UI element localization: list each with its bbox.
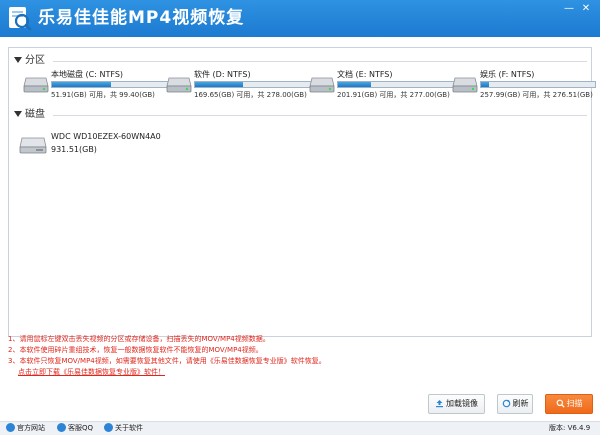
usage-bar [480, 81, 596, 88]
refresh-icon [502, 399, 510, 408]
partition-capacity: 51.91(GB) 可用，共 99.40(GB) [51, 91, 155, 99]
usage-bar-fill [52, 82, 111, 87]
hard-drive-icon [23, 77, 49, 93]
version-label: 版本: V6.4.9 [549, 424, 591, 432]
partitions-section-title: 分区 [25, 55, 45, 66]
hard-drive-icon [452, 77, 478, 93]
close-button[interactable]: ✕ [579, 3, 593, 15]
usage-bar-fill [481, 82, 489, 87]
disks-section-header[interactable]: 磁盘 [9, 108, 591, 122]
partition-c[interactable]: 本地磁盘 (C: NTFS) 51.91(GB) 可用，共 99.40(GB) [23, 70, 175, 106]
partition-d[interactable]: 软件 (D: NTFS) 169.65(GB) 可用，共 278.00(GB) [166, 70, 318, 106]
disk-size: 931.51(GB) [51, 145, 97, 154]
status-bar: 官方网站 客服QQ 关于软件 版本: V6.4.9 [0, 421, 600, 435]
hard-drive-icon [166, 77, 192, 93]
refresh-label: 刷新 [512, 399, 529, 408]
app-logo-icon [9, 7, 32, 31]
qq-icon [57, 422, 66, 432]
instructions: 1、请用鼠标左键双击丢失视频的分区或存储设备，扫描丢失的MOV/MP4视频数据。… [8, 334, 508, 378]
partition-name: 文档 (E: NTFS) [337, 70, 393, 79]
partition-f[interactable]: 娱乐 (F: NTFS) 257.99(GB) 可用，共 276.51(GB) [452, 70, 596, 106]
disk-model: WDC WD10EZEX-60WN4A0 [51, 132, 161, 141]
upload-icon [436, 400, 443, 408]
usage-bar [194, 81, 318, 88]
collapse-arrow-icon[interactable] [14, 57, 22, 63]
collapse-arrow-icon[interactable] [14, 111, 22, 117]
support-qq-link[interactable]: 客服QQ [57, 422, 93, 435]
refresh-button[interactable]: 刷新 [497, 394, 533, 414]
load-image-label: 加载镜像 [446, 399, 478, 408]
partition-name: 本地磁盘 (C: NTFS) [51, 70, 124, 79]
globe-icon [6, 422, 15, 432]
section-divider [53, 115, 587, 116]
about-link[interactable]: 关于软件 [104, 422, 143, 435]
partition-capacity: 201.91(GB) 可用，共 277.00(GB) [337, 91, 450, 99]
device-panel: 分区 本地磁盘 (C: NTFS) 51.91(GB) 可用，共 99.40(G… [8, 47, 596, 337]
instruction-line: 2、本软件使用碎片重组技术，恢复一般数据恢复软件不能恢复的MOV/MP4视频。 [8, 346, 263, 354]
load-image-button[interactable]: 加载镜像 [428, 394, 485, 414]
usage-bar [337, 81, 461, 88]
support-qq-label: 客服QQ [68, 424, 94, 432]
instruction-line: 1、请用鼠标左键双击丢失视频的分区或存储设备，扫描丢失的MOV/MP4视频数据。 [8, 335, 270, 343]
instruction-line: 3、本软件只恢复MOV/MP4视频，如需要恢复其他文件，请使用《乐易佳数据恢复专… [8, 357, 326, 365]
hard-disk-icon [19, 137, 47, 154]
usage-bar-fill [338, 82, 371, 87]
section-divider [53, 61, 587, 62]
partition-capacity: 257.99(GB) 可用，共 276.51(GB) [480, 91, 593, 99]
scan-button[interactable]: 扫描 [545, 394, 593, 414]
partition-name: 软件 (D: NTFS) [194, 70, 251, 79]
minimize-button[interactable]: — [562, 3, 576, 15]
usage-bar [51, 81, 175, 88]
official-website-label: 官方网站 [17, 424, 45, 432]
usage-bar-fill [195, 82, 243, 87]
download-pro-link[interactable]: 点击立即下载《乐易佳数据恢复专业版》软件！ [8, 367, 508, 378]
info-icon [104, 422, 113, 432]
official-website-link[interactable]: 官方网站 [6, 422, 45, 435]
partition-e[interactable]: 文档 (E: NTFS) 201.91(GB) 可用，共 277.00(GB) [309, 70, 461, 106]
scan-label: 扫描 [566, 399, 583, 408]
search-icon [556, 399, 565, 408]
hard-drive-icon [309, 77, 335, 93]
physical-disk[interactable]: WDC WD10EZEX-60WN4A0 931.51(GB) [19, 130, 219, 160]
partition-name: 娱乐 (F: NTFS) [480, 70, 535, 79]
app-title: 乐易佳佳能MP4视频恢复 [38, 8, 245, 28]
disks-section-title: 磁盘 [25, 109, 45, 120]
title-bar: 乐易佳佳能MP4视频恢复 — ✕ [0, 0, 600, 37]
partitions-section-header[interactable]: 分区 [9, 54, 591, 68]
about-label: 关于软件 [115, 424, 143, 432]
partition-capacity: 169.65(GB) 可用，共 278.00(GB) [194, 91, 307, 99]
